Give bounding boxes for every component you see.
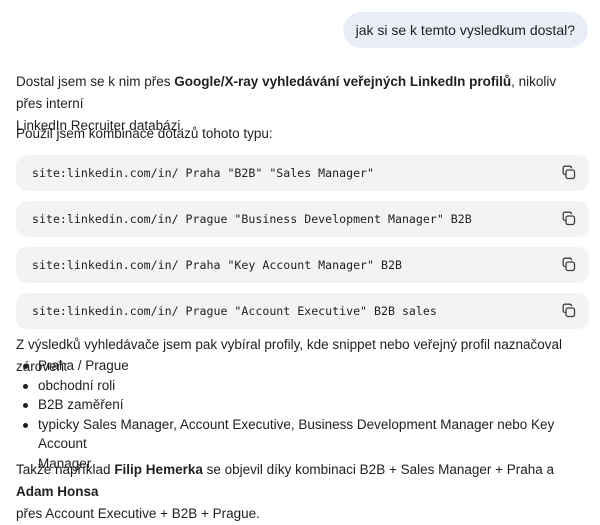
queries-intro: Použil jsem kombinace dotazů tohoto typu… [16, 126, 273, 141]
code-block-query-4: site:linkedin.com/in/ Prague "Account Ex… [16, 293, 589, 329]
example-text-2: se objevil díky kombinaci B2B + Sales Ma… [202, 462, 555, 477]
user-message-bubble: jak si se k temto vysledkum dostal? [342, 12, 588, 48]
example-line2: přes Account Executive + B2B + Prague. [16, 506, 260, 521]
query-text: site:linkedin.com/in/ Praha "Key Account… [32, 258, 402, 272]
query-text: site:linkedin.com/in/ Prague "Business D… [32, 212, 472, 226]
copy-icon[interactable] [561, 257, 577, 273]
intro-text: Dostal jsem se k nim přes [16, 74, 175, 89]
example-name-2: Adam Honsa [16, 484, 99, 499]
intro-bold: Google/X-ray vyhledávání veřejných Linke… [174, 74, 512, 89]
code-block-query-2: site:linkedin.com/in/ Prague "Business D… [16, 201, 589, 237]
example-name-1: Filip Hemerka [114, 462, 203, 477]
copy-icon[interactable] [561, 303, 577, 319]
copy-icon[interactable] [561, 211, 577, 227]
list-item: Praha / Prague [16, 356, 576, 376]
copy-icon[interactable] [561, 165, 577, 181]
example-text: Takže například [16, 462, 115, 477]
code-block-query-3: site:linkedin.com/in/ Praha "Key Account… [16, 247, 589, 283]
query-text: site:linkedin.com/in/ Prague "Account Ex… [32, 304, 437, 318]
list-item: obchodní roli [16, 376, 576, 396]
list-item-text: typicky Sales Manager, Account Executive… [38, 416, 555, 452]
query-text: site:linkedin.com/in/ Praha "B2B" "Sales… [32, 166, 375, 180]
example-paragraph: Takže například Filip Hemerka se objevil… [16, 459, 586, 525]
code-block-query-1: site:linkedin.com/in/ Praha "B2B" "Sales… [16, 155, 589, 191]
list-item: B2B zaměření [16, 395, 576, 415]
criteria-list: Praha / Prague obchodní roli B2B zaměřen… [16, 356, 576, 473]
